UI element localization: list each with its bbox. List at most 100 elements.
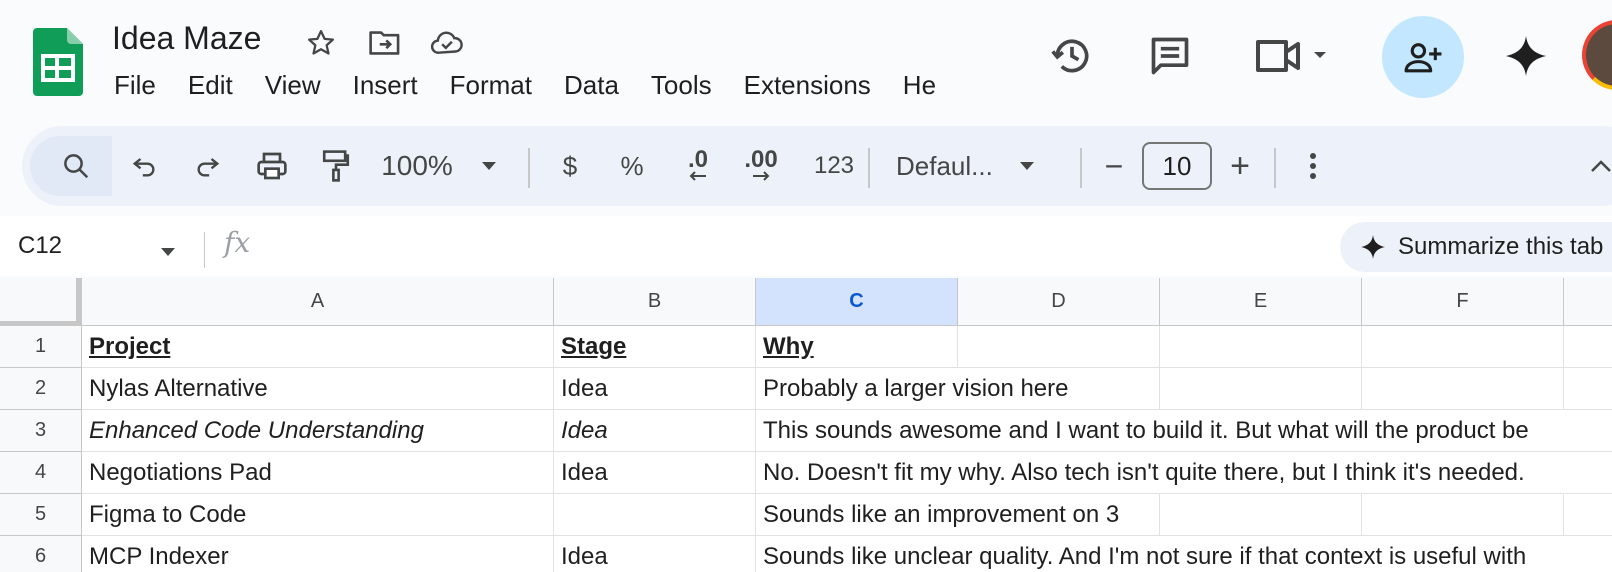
menu-view[interactable]: View — [265, 70, 337, 106]
grid-cell[interactable] — [1160, 326, 1362, 368]
undo-icon[interactable] — [124, 140, 164, 192]
name-box[interactable]: C12 — [18, 232, 62, 260]
grid-cell[interactable] — [1564, 494, 1612, 536]
grid-cell[interactable] — [1160, 368, 1362, 410]
column-header-b[interactable]: B — [554, 278, 756, 326]
menu-bar: File Edit View Insert Format Data Tools … — [114, 70, 998, 106]
percent-format-button[interactable]: % — [614, 140, 650, 192]
column-header-c[interactable]: C — [756, 278, 958, 326]
cell-c3[interactable]: This sounds awesome and I want to build … — [756, 410, 1612, 452]
increase-decimal-button[interactable]: .00 — [736, 140, 786, 192]
row-header[interactable]: 1 — [0, 326, 82, 368]
row-header[interactable]: 5 — [0, 494, 82, 536]
column-header-d[interactable]: D — [958, 278, 1160, 326]
currency-format-button[interactable]: $ — [552, 140, 588, 192]
decrease-decimal-button[interactable]: .0 — [676, 140, 720, 192]
grid-cell[interactable] — [1160, 494, 1362, 536]
increase-decimal-label: .00 — [744, 146, 778, 173]
collapse-menus-icon[interactable] — [1590, 140, 1612, 192]
zoom-value: 100% — [381, 150, 453, 181]
row-header[interactable]: 3 — [0, 410, 82, 452]
cell-b6[interactable]: Idea — [554, 536, 756, 572]
menu-data[interactable]: Data — [564, 70, 635, 106]
arrow-right-icon — [753, 171, 770, 181]
search-icon[interactable] — [56, 140, 96, 192]
document-title[interactable]: Idea Maze — [112, 20, 261, 57]
menu-format[interactable]: Format — [450, 70, 548, 106]
cell-a6[interactable]: MCP Indexer — [82, 536, 554, 572]
summarize-label: Summarize this tab — [1398, 233, 1604, 260]
gemini-sparkle-icon[interactable] — [1502, 32, 1550, 80]
fx-icon: fx — [224, 226, 251, 259]
cell-c5[interactable]: Sounds like an improvement on 3 — [756, 494, 1160, 536]
toolbar-divider — [528, 148, 530, 188]
toolbar-divider — [1080, 148, 1082, 188]
grid-cell[interactable] — [1362, 494, 1564, 536]
cell-b2[interactable]: Idea — [554, 368, 756, 410]
font-size-input[interactable]: 10 — [1142, 142, 1212, 190]
decrease-decimal-label: .0 — [687, 146, 708, 173]
row-header[interactable]: 6 — [0, 536, 82, 572]
comments-icon[interactable] — [1146, 32, 1194, 80]
font-family-select[interactable]: Defaul... — [896, 140, 1056, 192]
row-header[interactable]: 4 — [0, 452, 82, 494]
add-person-icon — [1404, 43, 1442, 73]
grid-cell[interactable] — [1564, 326, 1612, 368]
column-header-f[interactable]: F — [1362, 278, 1564, 326]
cell-c2[interactable]: Probably a larger vision here — [756, 368, 1160, 410]
cell-c4[interactable]: No. Doesn't fit my why. Also tech isn't … — [756, 452, 1612, 494]
toolbar-divider — [868, 148, 870, 188]
menu-extensions[interactable]: Extensions — [744, 70, 887, 106]
menu-edit[interactable]: Edit — [188, 70, 249, 106]
cell-b3[interactable]: Idea — [554, 410, 756, 452]
meet-video-icon[interactable] — [1254, 32, 1334, 80]
column-header-a[interactable]: A — [82, 278, 554, 326]
sheets-logo-icon[interactable] — [33, 28, 83, 96]
grid-cell[interactable] — [1362, 368, 1564, 410]
cloud-saved-icon[interactable] — [430, 26, 464, 60]
print-icon[interactable] — [252, 140, 292, 192]
cell-b4[interactable]: Idea — [554, 452, 756, 494]
chevron-down-icon[interactable] — [160, 244, 176, 262]
cell-b5[interactable] — [554, 494, 756, 536]
grid-cell[interactable] — [1362, 326, 1564, 368]
share-button[interactable] — [1382, 16, 1464, 98]
spreadsheet-grid: A B C D E F 1 2 3 4 5 6 Project Stage Wh… — [0, 278, 1612, 572]
zoom-select[interactable]: 100% — [374, 140, 504, 192]
cell-a1[interactable]: Project — [82, 326, 554, 368]
formula-input[interactable] — [270, 232, 1270, 262]
cell-c6[interactable]: Sounds like unclear quality. And I'm not… — [756, 536, 1612, 572]
grid-cell[interactable] — [1564, 368, 1612, 410]
grid-cell[interactable] — [958, 326, 1160, 368]
paint-format-icon[interactable] — [316, 140, 356, 192]
arrow-left-icon — [689, 171, 706, 181]
decrease-font-size-button[interactable]: − — [1096, 140, 1132, 192]
row-header[interactable]: 2 — [0, 368, 82, 410]
menu-file[interactable]: File — [114, 70, 172, 106]
cell-b1[interactable]: Stage — [554, 326, 756, 368]
toolbar-divider — [1274, 148, 1276, 188]
font-family-value: Defaul... — [896, 150, 993, 181]
more-formats-button[interactable]: 123 — [804, 140, 864, 192]
gemini-sparkle-icon — [1361, 235, 1385, 259]
chevron-down-icon — [481, 162, 496, 170]
move-folder-icon[interactable] — [368, 26, 402, 60]
redo-icon[interactable] — [188, 140, 228, 192]
star-icon[interactable] — [304, 26, 338, 60]
version-history-icon[interactable] — [1048, 32, 1096, 80]
cell-a4[interactable]: Negotiations Pad — [82, 452, 554, 494]
summarize-tab-button[interactable]: Summarize this tab — [1340, 222, 1612, 272]
chevron-down-icon — [1019, 162, 1034, 170]
select-all-corner[interactable] — [0, 278, 82, 326]
cell-c1[interactable]: Why — [756, 326, 958, 368]
column-header-g[interactable] — [1564, 278, 1612, 326]
more-options-icon[interactable] — [1298, 140, 1328, 192]
menu-help[interactable]: He — [903, 70, 952, 106]
menu-tools[interactable]: Tools — [651, 70, 728, 106]
menu-insert[interactable]: Insert — [353, 70, 434, 106]
column-header-e[interactable]: E — [1160, 278, 1362, 326]
cell-a2[interactable]: Nylas Alternative — [82, 368, 554, 410]
increase-font-size-button[interactable]: + — [1222, 140, 1258, 192]
cell-a5[interactable]: Figma to Code — [82, 494, 554, 536]
cell-a3[interactable]: Enhanced Code Understanding — [82, 410, 554, 452]
